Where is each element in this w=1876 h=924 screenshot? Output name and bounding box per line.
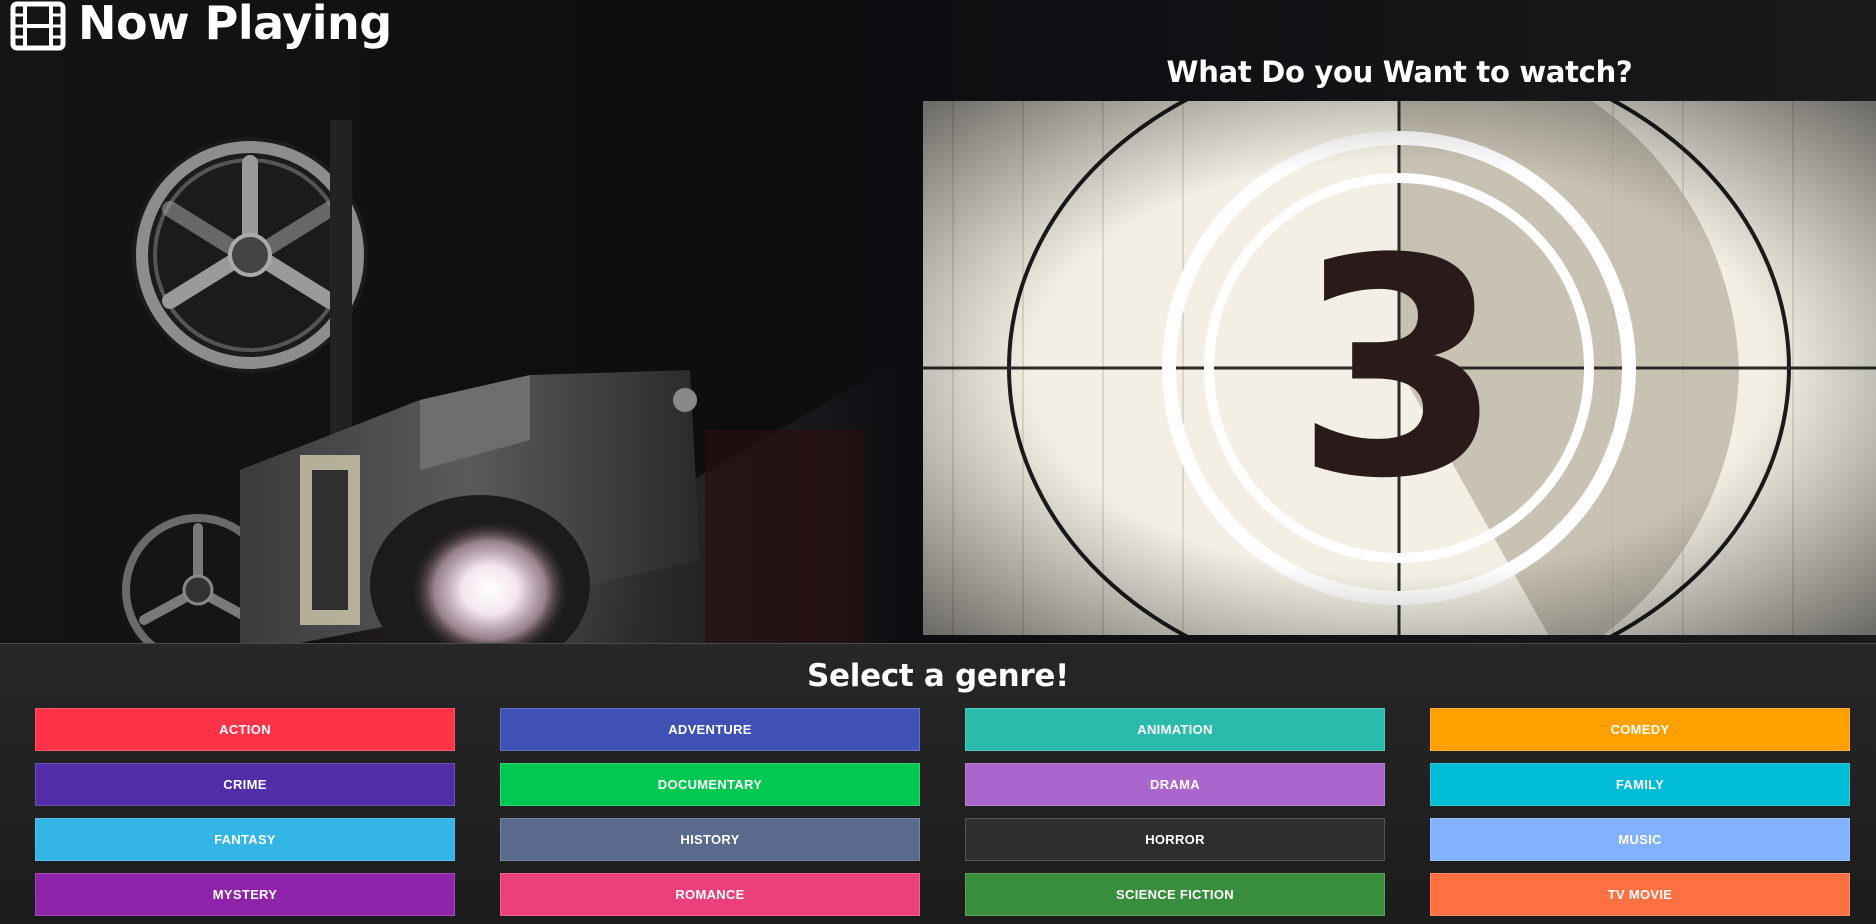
genre-section: Select a genre! ACTION ADVENTURE ANIMATI…	[0, 643, 1876, 924]
countdown-video[interactable]: 3	[923, 101, 1876, 635]
genre-button-science-fiction[interactable]: SCIENCE FICTION	[965, 873, 1385, 916]
film-icon	[10, 1, 66, 51]
app-title: Now Playing	[78, 0, 392, 50]
genre-button-mystery[interactable]: MYSTERY	[35, 873, 455, 916]
genre-button-fantasy[interactable]: FANTASY	[35, 818, 455, 861]
genre-grid: ACTION ADVENTURE ANIMATION COMEDY CRIME …	[35, 708, 1850, 916]
app-logo[interactable]: Now Playing	[10, 0, 392, 52]
genre-button-animation[interactable]: ANIMATION	[965, 708, 1385, 751]
genre-button-family[interactable]: FAMILY	[1430, 763, 1850, 806]
genre-button-comedy[interactable]: COMEDY	[1430, 708, 1850, 751]
genre-heading: Select a genre!	[807, 658, 1069, 694]
watch-prompt-heading: What Do you Want to watch?	[1166, 55, 1633, 89]
page: Now Playing What Do you Want to watch? S…	[0, 0, 1876, 924]
film-projector-image	[118, 120, 900, 643]
genre-button-history[interactable]: HISTORY	[500, 818, 920, 861]
genre-button-horror[interactable]: HORROR	[965, 818, 1385, 861]
genre-button-music[interactable]: MUSIC	[1430, 818, 1850, 861]
genre-button-documentary[interactable]: DOCUMENTARY	[500, 763, 920, 806]
genre-button-tv-movie[interactable]: TV MOVIE	[1430, 873, 1850, 916]
genre-button-drama[interactable]: DRAMA	[965, 763, 1385, 806]
genre-button-crime[interactable]: CRIME	[35, 763, 455, 806]
genre-button-adventure[interactable]: ADVENTURE	[500, 708, 920, 751]
genre-button-romance[interactable]: ROMANCE	[500, 873, 920, 916]
genre-button-action[interactable]: ACTION	[35, 708, 455, 751]
